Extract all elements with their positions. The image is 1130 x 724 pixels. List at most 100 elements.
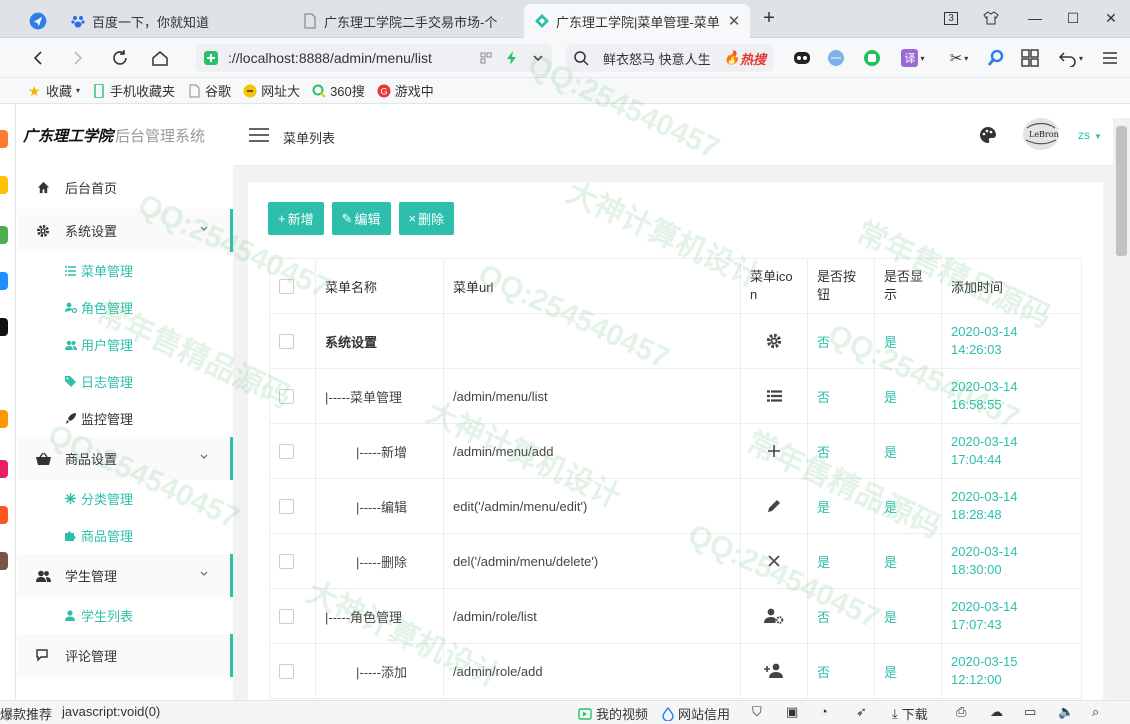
table-row[interactable]: |-----删除 del('/admin/menu/delete') 是 是 2… [269,533,1082,589]
shield-icon[interactable]: ⛉ [752,704,762,720]
home-button[interactable] [148,46,172,70]
sidebar-item-log-manage[interactable]: 日志管理 [17,363,233,400]
search-icon [574,50,589,66]
table-row[interactable]: |-----新增 /admin/menu/add 否 是 2020-03-14 1… [269,423,1082,479]
star-icon: ★ [28,82,41,99]
added-time: 2020-03-14 17:07:43 [941,588,1082,644]
cloud-icon[interactable]: ☁ [990,704,1003,720]
row-checkbox[interactable] [279,608,294,624]
minimize-button[interactable]: — [1024,7,1046,29]
close-window-button[interactable]: ✕ [1100,7,1122,29]
tag-icon [65,376,77,388]
header-checkbox-cell[interactable] [269,258,316,314]
bookmark-urls[interactable]: 网址大 [243,81,300,100]
is-button-value: 否 [807,313,875,369]
translate-button[interactable]: 译 ▾ [898,48,928,68]
browser-logo[interactable] [18,4,58,38]
browser-menu-icon[interactable] [1100,48,1120,68]
magnifier-icon[interactable] [986,48,1006,68]
list-icon [766,390,782,402]
bookmark-google[interactable]: 谷歌 [187,81,231,100]
table-row[interactable]: 系统设置 否 是 2020-03-14 14:26:03 [269,313,1082,369]
home-icon [152,51,168,66]
browser-search-box[interactable]: 鲜衣怒马 快意人生 🔥 热搜 [566,44,774,72]
bookmark-games[interactable]: G 游戏中 [377,81,434,100]
my-video-button[interactable]: 我的视频 [578,704,648,723]
user-icon [65,610,77,622]
tab-close-icon[interactable]: ✕ [728,12,741,30]
status-promo[interactable]: 爆款推荐 [0,704,52,723]
palette-icon[interactable] [979,126,997,144]
tab-baidu[interactable]: 百度一下，你就知道 [60,4,280,38]
url-field[interactable]: ://localhost:8888/admin/menu/list [196,44,552,72]
scissors-icon[interactable]: ✂ ▾ [944,48,974,68]
window-icon[interactable]: ▭ [1024,704,1036,720]
add-button[interactable]: + 新增 [268,202,324,235]
undo-icon[interactable]: ▾ [1056,48,1086,68]
bookmark-360[interactable]: 360搜 [312,81,365,100]
new-tab-button[interactable]: + [758,7,780,29]
bookmark-favorites[interactable]: ★ 收藏 ▾ [28,81,80,100]
sidebar-item-category-manage[interactable]: 分类管理 [17,480,233,517]
bookmark-mobile[interactable]: 手机收藏夹 [92,81,175,100]
lightning-icon[interactable] [506,51,518,65]
hot-search-badge[interactable]: 🔥 热搜 [724,49,766,68]
table-row[interactable]: |-----编辑 edit('/admin/menu/edit') 是 是 20… [269,478,1082,534]
row-checkbox[interactable] [279,498,294,514]
image-icon[interactable]: ▣ [786,704,798,720]
row-checkbox[interactable] [279,333,294,349]
hamburger-icon[interactable] [249,128,269,142]
back-button[interactable] [26,46,50,70]
reload-button[interactable] [108,46,132,70]
qr-icon[interactable] [480,52,492,64]
sidebar: 广东理工学院 后台管理系统 后台首页 系统设置 菜单管理 角色管理 用户管理 日… [17,104,233,700]
sidebar-item-system[interactable]: 系统设置 [17,209,233,252]
sidebar-item-home[interactable]: 后台首页 [17,166,233,209]
download-button[interactable]: ⤓ 下载 [892,704,928,723]
is-button-value: 否 [807,588,875,644]
maximize-button[interactable]: ☐ [1062,7,1084,29]
tab-market[interactable]: 广东理工学院二手交易市场-个 [292,4,520,38]
sidebar-item-goods[interactable]: 商品设置 [17,437,233,480]
print-icon[interactable]: ⎙ [956,704,966,720]
delete-button[interactable]: × 删除 [398,202,455,235]
zoom-icon[interactable]: ⌕ [1092,704,1099,720]
volume-icon[interactable]: 🔈 [1058,704,1074,720]
tab-count-button[interactable]: 3 [940,7,962,29]
page-icon [189,84,200,97]
sidebar-item-role-manage[interactable]: 角色管理 [17,289,233,326]
forward-button[interactable] [66,46,90,70]
ghost-icon[interactable] [792,48,812,68]
chevron-down-icon[interactable] [532,52,544,64]
edit-button[interactable]: ✎ 编辑 [331,202,391,235]
sidebar-item-menu-manage[interactable]: 菜单管理 [17,252,233,289]
grid-icon[interactable] [1020,48,1040,68]
speed-icon[interactable]: ◔ [820,704,828,719]
app-logo[interactable]: 广东理工学院 后台管理系统 [17,104,233,166]
shirt-icon[interactable] [980,7,1002,29]
row-checkbox[interactable] [279,553,294,569]
avatar[interactable]: LeBron [1023,118,1059,150]
select-all-checkbox[interactable] [279,278,294,294]
sidebar-item-student[interactable]: 学生管理 [17,554,233,597]
sidebar-item-user-manage[interactable]: 用户管理 [17,326,233,363]
row-checkbox[interactable] [279,388,294,404]
row-checkbox[interactable] [279,663,294,679]
site-credit-button[interactable]: 网站信用 [662,704,730,723]
tab-menu-admin[interactable]: 广东理工学院|菜单管理-菜单 ✕ [524,4,750,38]
username-dropdown[interactable]: zs ▼ [1078,128,1102,142]
sidebar-item-comment[interactable]: 评论管理 [17,634,233,677]
table-row[interactable]: |-----菜单管理 /admin/menu/list 否 是 2020-03-… [269,368,1082,424]
translate-globe-icon[interactable] [826,48,846,68]
scrollbar-thumb[interactable] [1116,126,1127,256]
sidebar-item-goods-manage[interactable]: 商品管理 [17,517,233,554]
chat-icon[interactable] [862,48,882,68]
row-checkbox[interactable] [279,443,294,459]
sidebar-item-student-list[interactable]: 学生列表 [17,597,233,634]
table-row[interactable]: |-----角色管理 /admin/role/list 否 是 2020-03-… [269,588,1082,644]
sidebar-item-monitor-manage[interactable]: 监控管理 [17,400,233,437]
rocket-icon[interactable]: ➶ [856,704,867,720]
page-scrollbar[interactable] [1113,118,1130,700]
table-row[interactable]: |-----添加 /admin/role/add 否 是 2020-03-15 1… [269,643,1082,699]
added-time: 2020-03-14 14:26:03 [941,313,1082,369]
